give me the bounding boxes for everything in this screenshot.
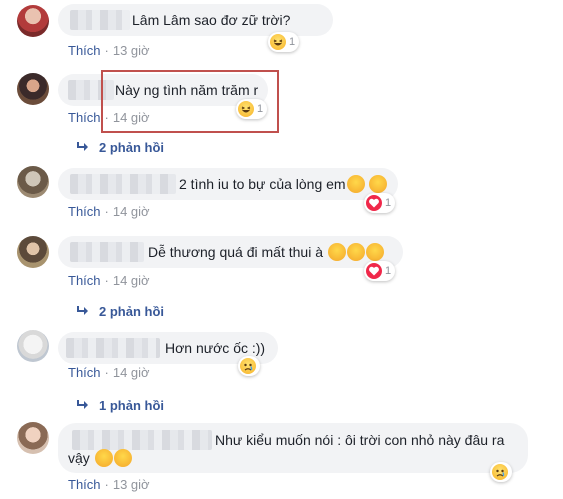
- reaction-count: 1: [289, 36, 296, 48]
- reaction-badge[interactable]: 1: [364, 193, 396, 213]
- heart-eyes-emoji-icon: [346, 243, 365, 261]
- sad-icon: [492, 464, 508, 480]
- like-link[interactable]: Thích: [68, 204, 101, 219]
- laughing-emoji-icon: [94, 449, 113, 467]
- avatar[interactable]: [17, 73, 49, 105]
- heart-eyes-emoji-icon: [365, 243, 384, 261]
- avatar[interactable]: [17, 5, 49, 37]
- kiss-emoji-icon: [369, 175, 388, 193]
- timestamp[interactable]: 13 giờ: [113, 477, 150, 492]
- replies-link[interactable]: 1 phản hồi: [75, 398, 164, 413]
- replies-link[interactable]: 2 phản hồi: [75, 304, 164, 319]
- comment-text: Lâm Lâm sao đơ zữ trời?: [132, 12, 291, 28]
- comment-text: 2 tình iu to bự của lòng em: [179, 175, 388, 193]
- reaction-badge[interactable]: 1: [364, 261, 396, 281]
- timestamp[interactable]: 13 giờ: [113, 43, 150, 58]
- author-name-redacted: [70, 10, 130, 30]
- like-link[interactable]: Thích: [68, 477, 101, 492]
- avatar[interactable]: [17, 330, 49, 362]
- timestamp[interactable]: 14 giờ: [113, 365, 150, 380]
- kiss-emoji-icon: [346, 175, 365, 193]
- reaction-badge[interactable]: [238, 356, 260, 376]
- comment-meta: Thích · 14 giờ: [68, 365, 150, 380]
- reply-arrow-icon: [77, 142, 88, 151]
- reaction-count: 1: [385, 197, 392, 209]
- comment-meta: Thích · 13 giờ: [68, 477, 150, 492]
- heart-icon: [366, 263, 382, 279]
- comment-text: Hơn nước ốc :)): [165, 340, 266, 356]
- heart-eyes-emoji-icon: [327, 243, 346, 261]
- highlight-box: [101, 70, 279, 133]
- sad-icon: [240, 358, 256, 374]
- comment-text: Như kiểu muốn nói : ôi trời con nhỏ này …: [215, 432, 505, 448]
- comment-meta: Thích · 14 giờ: [68, 273, 150, 288]
- laughing-emoji-icon: [113, 449, 132, 467]
- avatar[interactable]: [17, 422, 49, 454]
- timestamp[interactable]: 14 giờ: [113, 204, 150, 219]
- replies-link[interactable]: 2 phản hồi: [75, 140, 164, 155]
- reaction-badge[interactable]: [490, 462, 512, 482]
- reaction-badge[interactable]: 1: [268, 32, 300, 52]
- like-link[interactable]: Thích: [68, 365, 101, 380]
- author-name-redacted: [72, 430, 212, 450]
- haha-icon: [270, 34, 286, 50]
- comment-text: vậy: [68, 449, 132, 467]
- comment-text: Dễ thương quá đi mất thui à: [148, 243, 384, 261]
- like-link[interactable]: Thích: [68, 110, 101, 125]
- comment-meta: Thích · 13 giờ: [68, 43, 150, 58]
- avatar[interactable]: [17, 236, 49, 268]
- reply-arrow-icon: [77, 306, 88, 315]
- author-name-redacted: [66, 338, 160, 358]
- reply-arrow-icon: [77, 400, 88, 409]
- like-link[interactable]: Thích: [68, 43, 101, 58]
- author-name-redacted: [70, 242, 144, 262]
- timestamp[interactable]: 14 giờ: [113, 273, 150, 288]
- author-name-redacted: [70, 174, 176, 194]
- comment-meta: Thích · 14 giờ: [68, 204, 150, 219]
- avatar[interactable]: [17, 166, 49, 198]
- heart-icon: [366, 195, 382, 211]
- like-link[interactable]: Thích: [68, 273, 101, 288]
- reaction-count: 1: [385, 265, 392, 277]
